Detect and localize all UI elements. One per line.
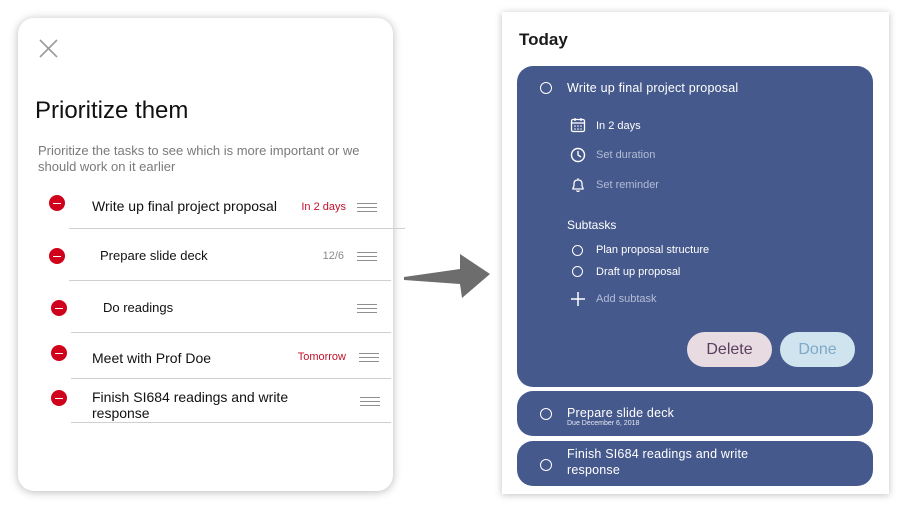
task-title: Finish SI684 readings and write response — [567, 447, 749, 477]
drag-handle-icon[interactable] — [359, 353, 379, 363]
minus-circle-icon[interactable] — [51, 345, 67, 361]
task-row-write-proposal[interactable]: Write up final project proposal In 2 day… — [18, 192, 405, 232]
delete-button[interactable]: Delete — [687, 332, 772, 367]
add-subtask-button[interactable]: Add subtask — [596, 293, 657, 305]
bell-icon — [572, 178, 584, 193]
set-reminder-field[interactable]: Set reminder — [596, 179, 659, 191]
task-label: Prepare slide deck — [100, 248, 208, 263]
plus-icon[interactable] — [570, 291, 586, 307]
circle-checkbox-icon[interactable] — [540, 408, 552, 420]
task-count: 12/6 — [322, 250, 344, 262]
subtasks-heading: Subtasks — [567, 218, 617, 232]
drag-handle-icon[interactable] — [360, 397, 380, 407]
today-title: Today — [519, 30, 568, 49]
clock-icon — [570, 147, 586, 163]
minus-circle-icon[interactable] — [51, 390, 67, 406]
task-row-prof-doe[interactable]: Meet with Prof Doe Tomorrow — [18, 344, 393, 384]
page-subtitle: Prioritize the tasks to see which is mor… — [38, 143, 360, 174]
set-duration-field[interactable]: Set duration — [596, 149, 655, 161]
minus-circle-icon[interactable] — [49, 248, 65, 264]
row-divider — [71, 332, 391, 333]
task-card-slide-deck[interactable]: Prepare slide deck Due December 6, 2018 — [517, 391, 873, 436]
task-label: Write up final project proposal — [92, 198, 277, 214]
row-divider — [71, 422, 391, 423]
subtask-item[interactable]: Draft up proposal — [596, 266, 680, 278]
task-row-si684[interactable]: Finish SI684 readings and write response — [18, 388, 393, 428]
task-due-date: Due December 6, 2018 — [567, 420, 640, 427]
task-due: Tomorrow — [297, 351, 346, 363]
circle-checkbox-icon[interactable] — [540, 82, 552, 94]
subtask-item[interactable]: Plan proposal structure — [596, 244, 709, 256]
today-panel: Today Write up final project proposal In… — [502, 12, 889, 494]
task-label: Do readings — [103, 300, 174, 315]
circle-checkbox-icon[interactable] — [572, 245, 583, 256]
drag-handle-icon[interactable] — [357, 252, 377, 262]
task-row-slide-deck[interactable]: Prepare slide deck 12/6 — [18, 245, 393, 285]
minus-circle-icon[interactable] — [51, 300, 67, 316]
row-divider — [69, 228, 405, 229]
row-divider — [71, 378, 391, 379]
task-label: Finish SI684 readings and write response — [92, 389, 289, 421]
task-card-si684[interactable]: Finish SI684 readings and write response — [517, 441, 873, 486]
calendar-icon — [570, 118, 586, 133]
circle-checkbox-icon[interactable] — [540, 459, 552, 471]
drag-handle-icon[interactable] — [357, 203, 377, 213]
prioritize-panel: Prioritize them Prioritize the tasks to … — [18, 18, 405, 491]
row-divider — [69, 280, 391, 281]
drag-handle-icon[interactable] — [357, 304, 377, 314]
done-button[interactable]: Done — [780, 332, 855, 367]
task-card-expanded[interactable]: Write up final project proposal In 2 day… — [517, 66, 873, 387]
task-row-readings[interactable]: Do readings — [18, 298, 393, 338]
task-due: In 2 days — [301, 201, 346, 213]
arrow-right-icon — [404, 254, 490, 298]
task-title: Prepare slide deck — [567, 406, 675, 420]
close-icon[interactable] — [39, 39, 58, 58]
due-date-text[interactable]: In 2 days — [596, 120, 641, 132]
task-label: Meet with Prof Doe — [92, 350, 212, 366]
circle-checkbox-icon[interactable] — [572, 266, 583, 277]
page-title: Prioritize them — [35, 97, 189, 124]
task-title: Write up final project proposal — [567, 81, 739, 95]
minus-circle-icon[interactable] — [49, 195, 65, 211]
